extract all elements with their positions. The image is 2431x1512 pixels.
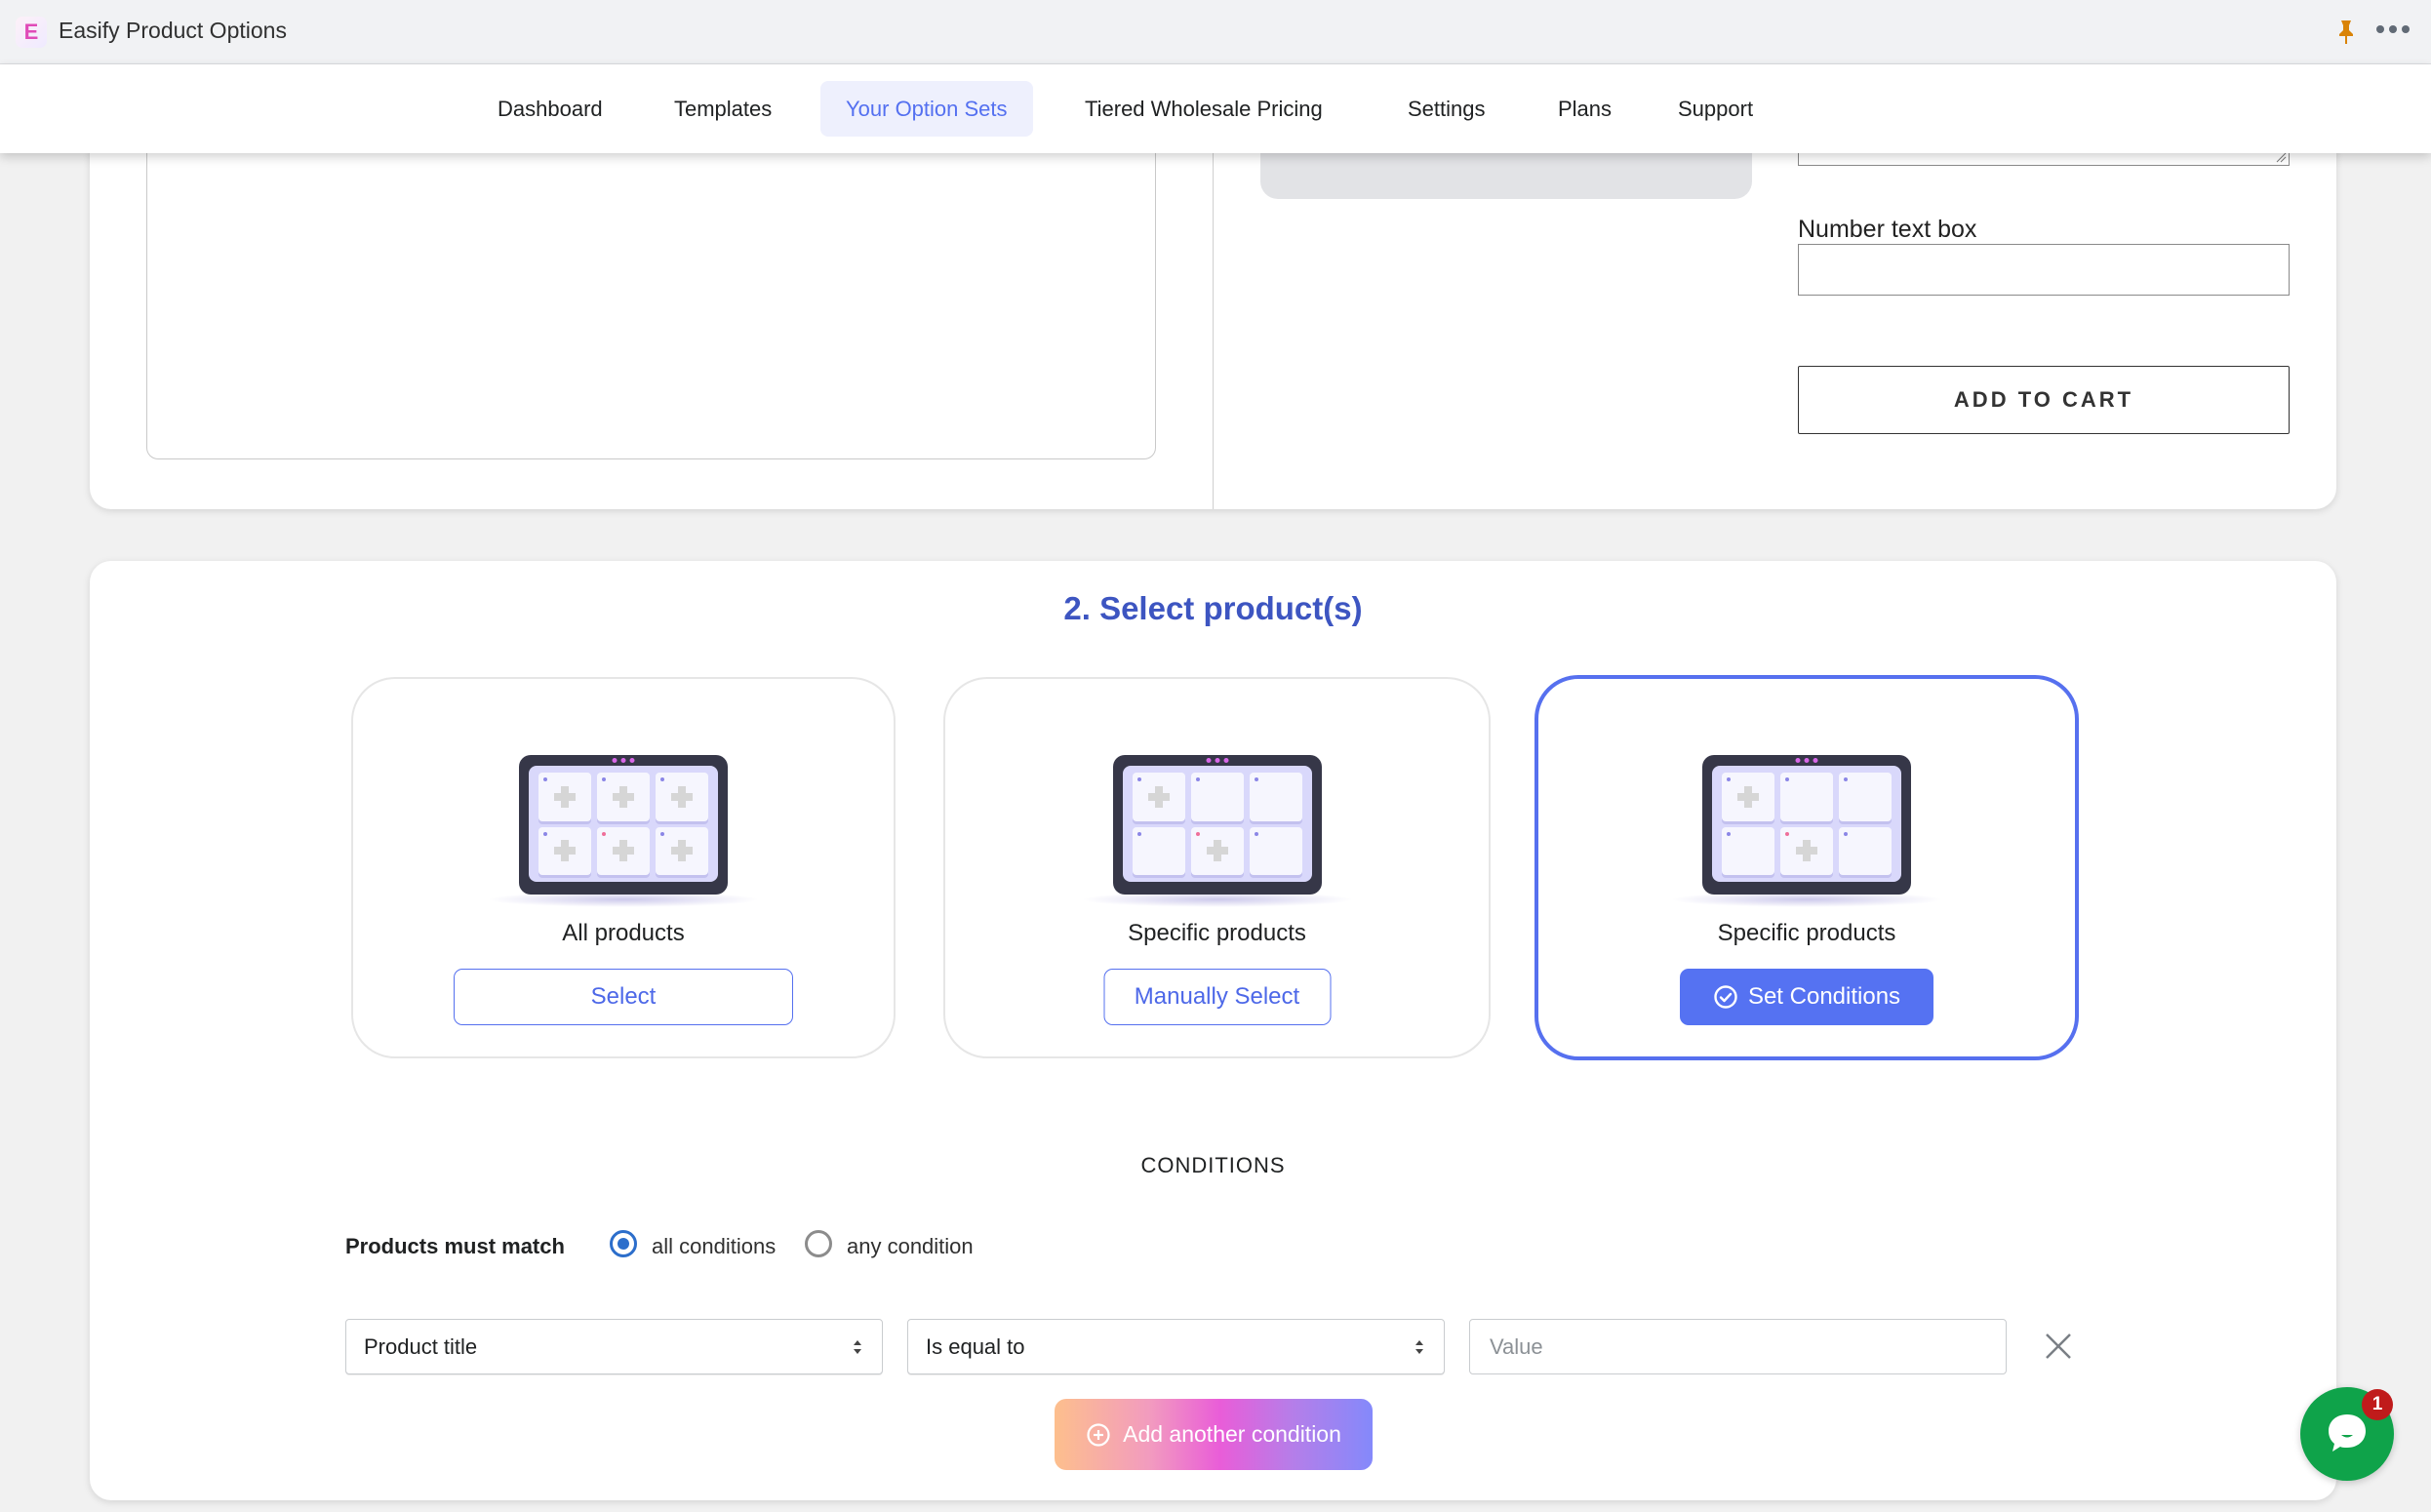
- nav-settings[interactable]: Settings: [1382, 81, 1511, 137]
- condition-operator-select[interactable]: Is equal to: [907, 1319, 1445, 1374]
- manually-select-button[interactable]: Manually Select: [1103, 969, 1331, 1025]
- app-title: Easify Product Options: [59, 18, 287, 43]
- condition-field-select[interactable]: Product title: [345, 1319, 883, 1374]
- set-conditions-button[interactable]: Set Conditions: [1680, 969, 1933, 1025]
- option-all-products[interactable]: All products Select: [351, 677, 896, 1058]
- number-text-box-label: Number text box: [1798, 216, 1977, 243]
- radio-all-conditions-label[interactable]: all conditions: [652, 1234, 776, 1259]
- option-label: Specific products: [1128, 920, 1306, 946]
- check-circle-icon: [1714, 985, 1737, 1009]
- select-arrows-icon: [854, 1339, 861, 1354]
- nav-support[interactable]: Support: [1653, 81, 1778, 137]
- chat-bubble-icon: [2329, 1414, 2366, 1452]
- condition-operator-value: Is equal to: [926, 1333, 1025, 1359]
- chat-unread-badge: 1: [2362, 1389, 2393, 1420]
- conditions-heading: CONDITIONS: [1140, 1153, 1286, 1177]
- add-another-condition-label: Add another condition: [1123, 1421, 1341, 1447]
- nav-your-option-sets[interactable]: Your Option Sets: [820, 81, 1033, 137]
- nav-tiered-wholesale-pricing[interactable]: Tiered Wholesale Pricing: [1059, 81, 1348, 137]
- add-to-cart-button[interactable]: ADD TO CART: [1798, 366, 2290, 434]
- app-logo-letter: E: [23, 20, 39, 44]
- remove-condition-icon[interactable]: [2044, 1332, 2073, 1361]
- vertical-divider: [1213, 98, 1214, 509]
- add-another-condition-button[interactable]: Add another condition: [1055, 1399, 1373, 1470]
- set-conditions-label: Set Conditions: [1747, 983, 1901, 1010]
- tablet-conditions-icon: [1702, 755, 1911, 895]
- plus-circle-icon: [1087, 1422, 1110, 1447]
- option-label: Specific products: [1717, 920, 1896, 946]
- select-all-products-button[interactable]: Select: [454, 969, 793, 1025]
- select-arrows-icon: [1415, 1339, 1423, 1354]
- tablet-all-products-icon: [519, 755, 728, 895]
- nav-templates[interactable]: Templates: [649, 81, 797, 137]
- pin-icon[interactable]: [2336, 20, 2356, 45]
- condition-value-input[interactable]: [1469, 1319, 2007, 1374]
- main-nav: Dashboard Templates Your Option Sets Tie…: [0, 64, 2431, 153]
- radio-any-condition[interactable]: [805, 1230, 832, 1257]
- match-label: Products must match: [345, 1234, 565, 1258]
- select-products-card: 2. Select product(s) All products Select: [90, 561, 2336, 1500]
- more-options-icon[interactable]: [2376, 25, 2410, 33]
- option-label: All products: [562, 920, 685, 946]
- app-titlebar: E Easify Product Options: [0, 0, 2431, 64]
- radio-any-condition-label[interactable]: any condition: [847, 1234, 974, 1259]
- option-specific-products-conditions[interactable]: Specific products Set Conditions: [1534, 675, 2079, 1060]
- section-title: 2. Select product(s): [1063, 590, 1363, 626]
- option-set-preview-card: Number text box ADD TO CART: [90, 88, 2336, 509]
- tablet-specific-products-icon: [1112, 755, 1322, 895]
- radio-all-conditions[interactable]: [610, 1230, 637, 1257]
- condition-field-value: Product title: [364, 1333, 478, 1359]
- app-logo-icon: E: [16, 17, 47, 48]
- nav-dashboard[interactable]: Dashboard: [472, 81, 628, 137]
- number-text-box-input[interactable]: [1798, 244, 2290, 296]
- option-specific-products-manual[interactable]: Specific products Manually Select: [943, 677, 1491, 1058]
- nav-plans[interactable]: Plans: [1533, 81, 1637, 137]
